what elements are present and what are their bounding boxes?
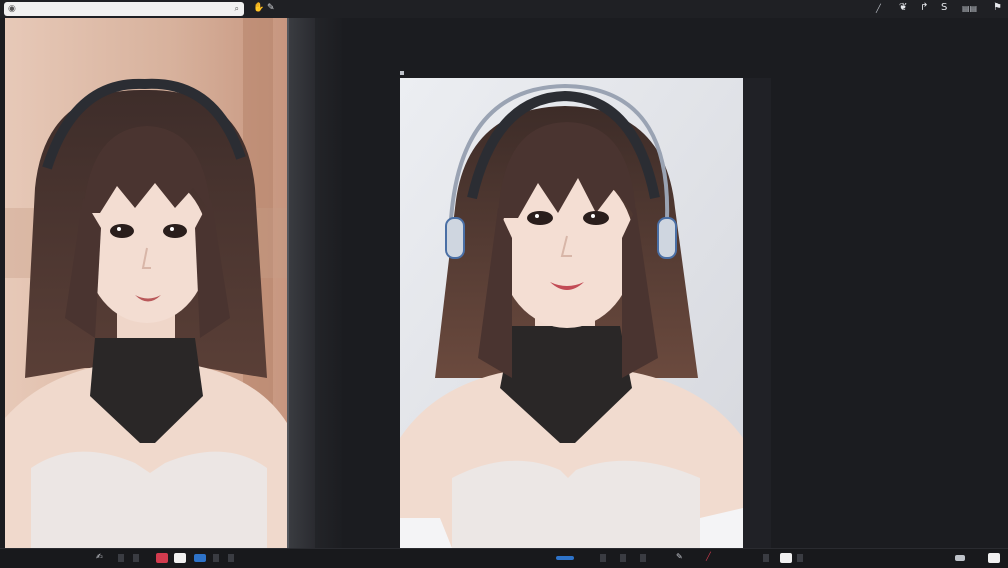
settings-button[interactable] [988, 553, 1000, 563]
reference-photo [5, 18, 287, 548]
search-input[interactable] [18, 3, 221, 15]
eraser-icon[interactable]: ╱ [706, 552, 711, 561]
panel-gap [315, 18, 342, 548]
tool-slot[interactable] [228, 554, 234, 562]
hand-icon[interactable]: ✋ [253, 3, 264, 13]
canvas-shadow [743, 78, 771, 548]
tool-slot[interactable] [133, 554, 139, 562]
wand-icon[interactable]: ❦ [899, 2, 907, 13]
curve-icon[interactable]: ↱ [920, 2, 928, 13]
reference-portrait-illustration [5, 18, 287, 548]
bottom-status-bar: ✍ ✎ ╱ [0, 548, 1008, 568]
document-icon [400, 70, 404, 75]
canvas-portrait-illustration [400, 78, 743, 548]
tool-slot[interactable] [118, 554, 124, 562]
top-toolbar: ◉ ⌕ ✋ ✎ ╱ ❦ ↱ S ▤▤ ⚑ [0, 0, 1008, 18]
brush-tool-icon[interactable]: ✍ [96, 552, 103, 561]
layout-toggle[interactable] [955, 555, 965, 561]
pen-tool-icon[interactable]: ✎ [676, 552, 683, 561]
tool-slot[interactable] [213, 554, 219, 562]
curve-s-icon[interactable]: S [941, 2, 947, 13]
layers-icon[interactable]: ▤▤ [962, 4, 977, 13]
tool-slot[interactable] [763, 554, 769, 562]
tool-slot[interactable] [797, 554, 803, 562]
pen-icon[interactable]: ╱ [876, 4, 881, 13]
panel-divider[interactable] [287, 18, 315, 548]
color-swatch-red[interactable] [156, 553, 168, 563]
tool-slot[interactable] [620, 554, 626, 562]
tool-slot[interactable] [640, 554, 646, 562]
canvas-document-label [400, 69, 408, 76]
app-logo-icon: ◉ [8, 4, 16, 14]
tool-slot[interactable] [600, 554, 606, 562]
search-icon[interactable]: ⌕ [235, 4, 239, 14]
fullscreen-button[interactable] [780, 553, 792, 563]
color-swatch-blue[interactable] [194, 554, 206, 562]
canvas-document[interactable] [400, 78, 743, 548]
brush-icon[interactable]: ✎ [267, 3, 275, 13]
color-swatch-white[interactable] [174, 553, 186, 563]
flag-icon[interactable]: ⚑ [993, 2, 1002, 13]
progress-indicator [556, 556, 574, 560]
search-box[interactable]: ◉ ⌕ [4, 2, 244, 16]
